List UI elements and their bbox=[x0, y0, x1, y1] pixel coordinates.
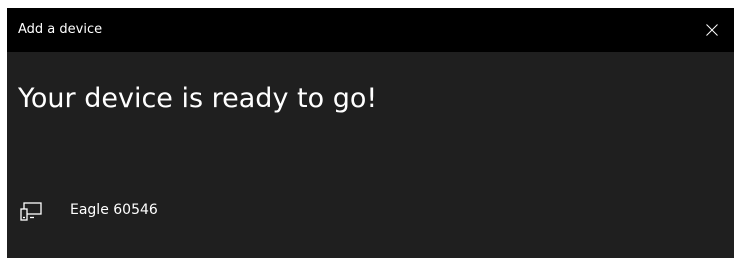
paired-device-item: Eagle 60546 bbox=[18, 197, 318, 227]
status-heading: Your device is ready to go! bbox=[18, 83, 378, 114]
close-button[interactable] bbox=[690, 8, 734, 52]
add-device-dialog: Add a device Your device is ready to go!… bbox=[7, 8, 734, 258]
close-icon bbox=[706, 24, 718, 36]
window-title: Add a device bbox=[18, 22, 103, 37]
device-name: Eagle 60546 bbox=[70, 202, 158, 218]
title-bar: Add a device bbox=[7, 8, 734, 52]
device-pairing-icon bbox=[20, 202, 42, 221]
